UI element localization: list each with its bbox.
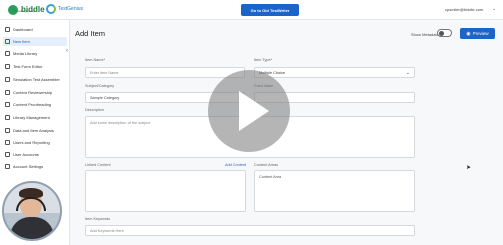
sidebar-item-icon bbox=[5, 128, 10, 133]
sidebar-item-label: Library Management bbox=[13, 115, 50, 120]
content-area-tag: Content Area bbox=[259, 175, 282, 179]
sidebar-item-account-settings[interactable]: Account Settings bbox=[3, 162, 67, 171]
keywords-placeholder: Add Keywords Here bbox=[90, 228, 124, 233]
chevron-down-icon[interactable]: ⌄ bbox=[492, 6, 496, 12]
sidebar-item-icon bbox=[5, 115, 10, 120]
linked-content-label: Linked Content bbox=[85, 163, 111, 167]
sidebar-item-icon bbox=[5, 102, 10, 107]
toggle-knob bbox=[439, 31, 444, 36]
keywords-label: Item Keywords bbox=[85, 217, 111, 221]
description-label: Description bbox=[85, 108, 104, 112]
keywords-input[interactable]: Add Keywords Here bbox=[85, 225, 415, 236]
main-content: Add Item Show Metadata ◉ Preview Item Na… bbox=[70, 20, 503, 245]
top-bar: biddle consulting group TestGenius Go to… bbox=[0, 0, 503, 20]
linked-content-box[interactable] bbox=[85, 170, 246, 212]
sidebar-item-icon bbox=[5, 51, 10, 56]
sidebar-item-library-management[interactable]: Library Management bbox=[3, 113, 67, 122]
user-email[interactable]: cpsmiler@biddle.com bbox=[445, 7, 483, 12]
sidebar-item-label: Media Library bbox=[13, 51, 38, 56]
subject-label: Subject/Category bbox=[85, 84, 115, 88]
description-placeholder: Add some description of the subject bbox=[90, 121, 151, 125]
sidebar-item-content-reviewership[interactable]: Content Reviewership bbox=[3, 88, 67, 97]
sidebar-item-icon bbox=[5, 90, 10, 95]
item-name-placeholder: Enter item Name bbox=[90, 70, 119, 75]
sidebar-item-dashboard[interactable]: Dashboard bbox=[3, 25, 67, 34]
subject-value: Sample Category bbox=[90, 95, 120, 100]
sidebar-item-icon bbox=[5, 64, 10, 69]
item-name-label: Item Name* bbox=[85, 58, 106, 62]
eye-icon: ◉ bbox=[466, 30, 471, 37]
sidebar-item-icon bbox=[5, 152, 10, 157]
add-content-link[interactable]: Add Content bbox=[225, 163, 246, 167]
logo-subtitle: consulting group bbox=[13, 9, 36, 13]
sidebar-item-label: Test Form Editor bbox=[13, 64, 43, 69]
sidebar-item-label: Content Reviewership bbox=[13, 90, 53, 95]
sidebar-item-data-and-item-analysis[interactable]: Data and Item Analysis bbox=[3, 126, 67, 135]
content-areas-label: Content Areas bbox=[254, 163, 279, 167]
sidebar-item-icon bbox=[5, 164, 10, 169]
sidebar-item-label: Data and Item Analysis bbox=[13, 128, 54, 133]
sidebar-item-content-proofreading[interactable]: Content Proofreading bbox=[3, 100, 67, 109]
sidebar-item-simulation-test-assembler[interactable]: Simulation Test Assembler bbox=[3, 75, 67, 84]
sidebar-item-label: Content Proofreading bbox=[13, 102, 52, 107]
old-testwriter-button[interactable]: Go to Old TestWriter bbox=[241, 4, 299, 16]
sidebar-item-icon bbox=[5, 77, 10, 82]
content-areas-box[interactable]: Content Area bbox=[254, 170, 415, 212]
chevron-down-icon: ⌄ bbox=[405, 70, 410, 76]
sidebar-item-label: User Accounts bbox=[13, 152, 39, 157]
preview-button[interactable]: ◉ Preview bbox=[460, 28, 495, 39]
sidebar-item-media-library[interactable]: Media Library bbox=[3, 49, 67, 58]
sidebar-item-users-and-reporting[interactable]: Users and Reporting bbox=[3, 138, 67, 147]
sidebar-item-label: Dashboard bbox=[13, 27, 33, 32]
preview-label: Preview bbox=[472, 31, 489, 36]
show-metadata-toggle[interactable] bbox=[437, 29, 452, 37]
show-metadata-label: Show Metadata bbox=[411, 32, 439, 37]
item-type-select[interactable]: Multiple Choice ⌄ bbox=[254, 67, 415, 78]
sidebar-item-icon bbox=[5, 140, 10, 145]
item-type-label: Item Type* bbox=[254, 58, 273, 62]
webcam-bubble bbox=[2, 181, 62, 241]
testgenius-logo[interactable]: TestGenius bbox=[46, 4, 83, 14]
sidebar-item-user-accounts[interactable]: User Accounts bbox=[3, 150, 67, 159]
sidebar-item-icon bbox=[5, 27, 10, 32]
item-name-input[interactable]: Enter item Name bbox=[85, 67, 245, 78]
sidebar-item-label: Simulation Test Assembler bbox=[13, 77, 60, 82]
play-icon bbox=[239, 91, 269, 131]
sidebar-item-label: Account Settings bbox=[13, 164, 44, 169]
sidebar-item-label: New Item bbox=[13, 39, 30, 44]
sidebar-item-test-form-editor[interactable]: Test Form Editor bbox=[3, 62, 67, 71]
sidebar-item-label: Users and Reporting bbox=[13, 140, 50, 145]
testgenius-mark-icon bbox=[46, 4, 56, 14]
mouse-cursor-icon: ➤ bbox=[466, 165, 472, 171]
presenter-body bbox=[10, 217, 54, 239]
page-title: Add Item bbox=[75, 29, 106, 38]
sidebar-item-icon bbox=[5, 39, 10, 44]
testgenius-text: TestGenius bbox=[58, 6, 84, 12]
play-button[interactable] bbox=[208, 70, 290, 152]
sidebar-item-new-item[interactable]: New Item bbox=[3, 37, 67, 46]
